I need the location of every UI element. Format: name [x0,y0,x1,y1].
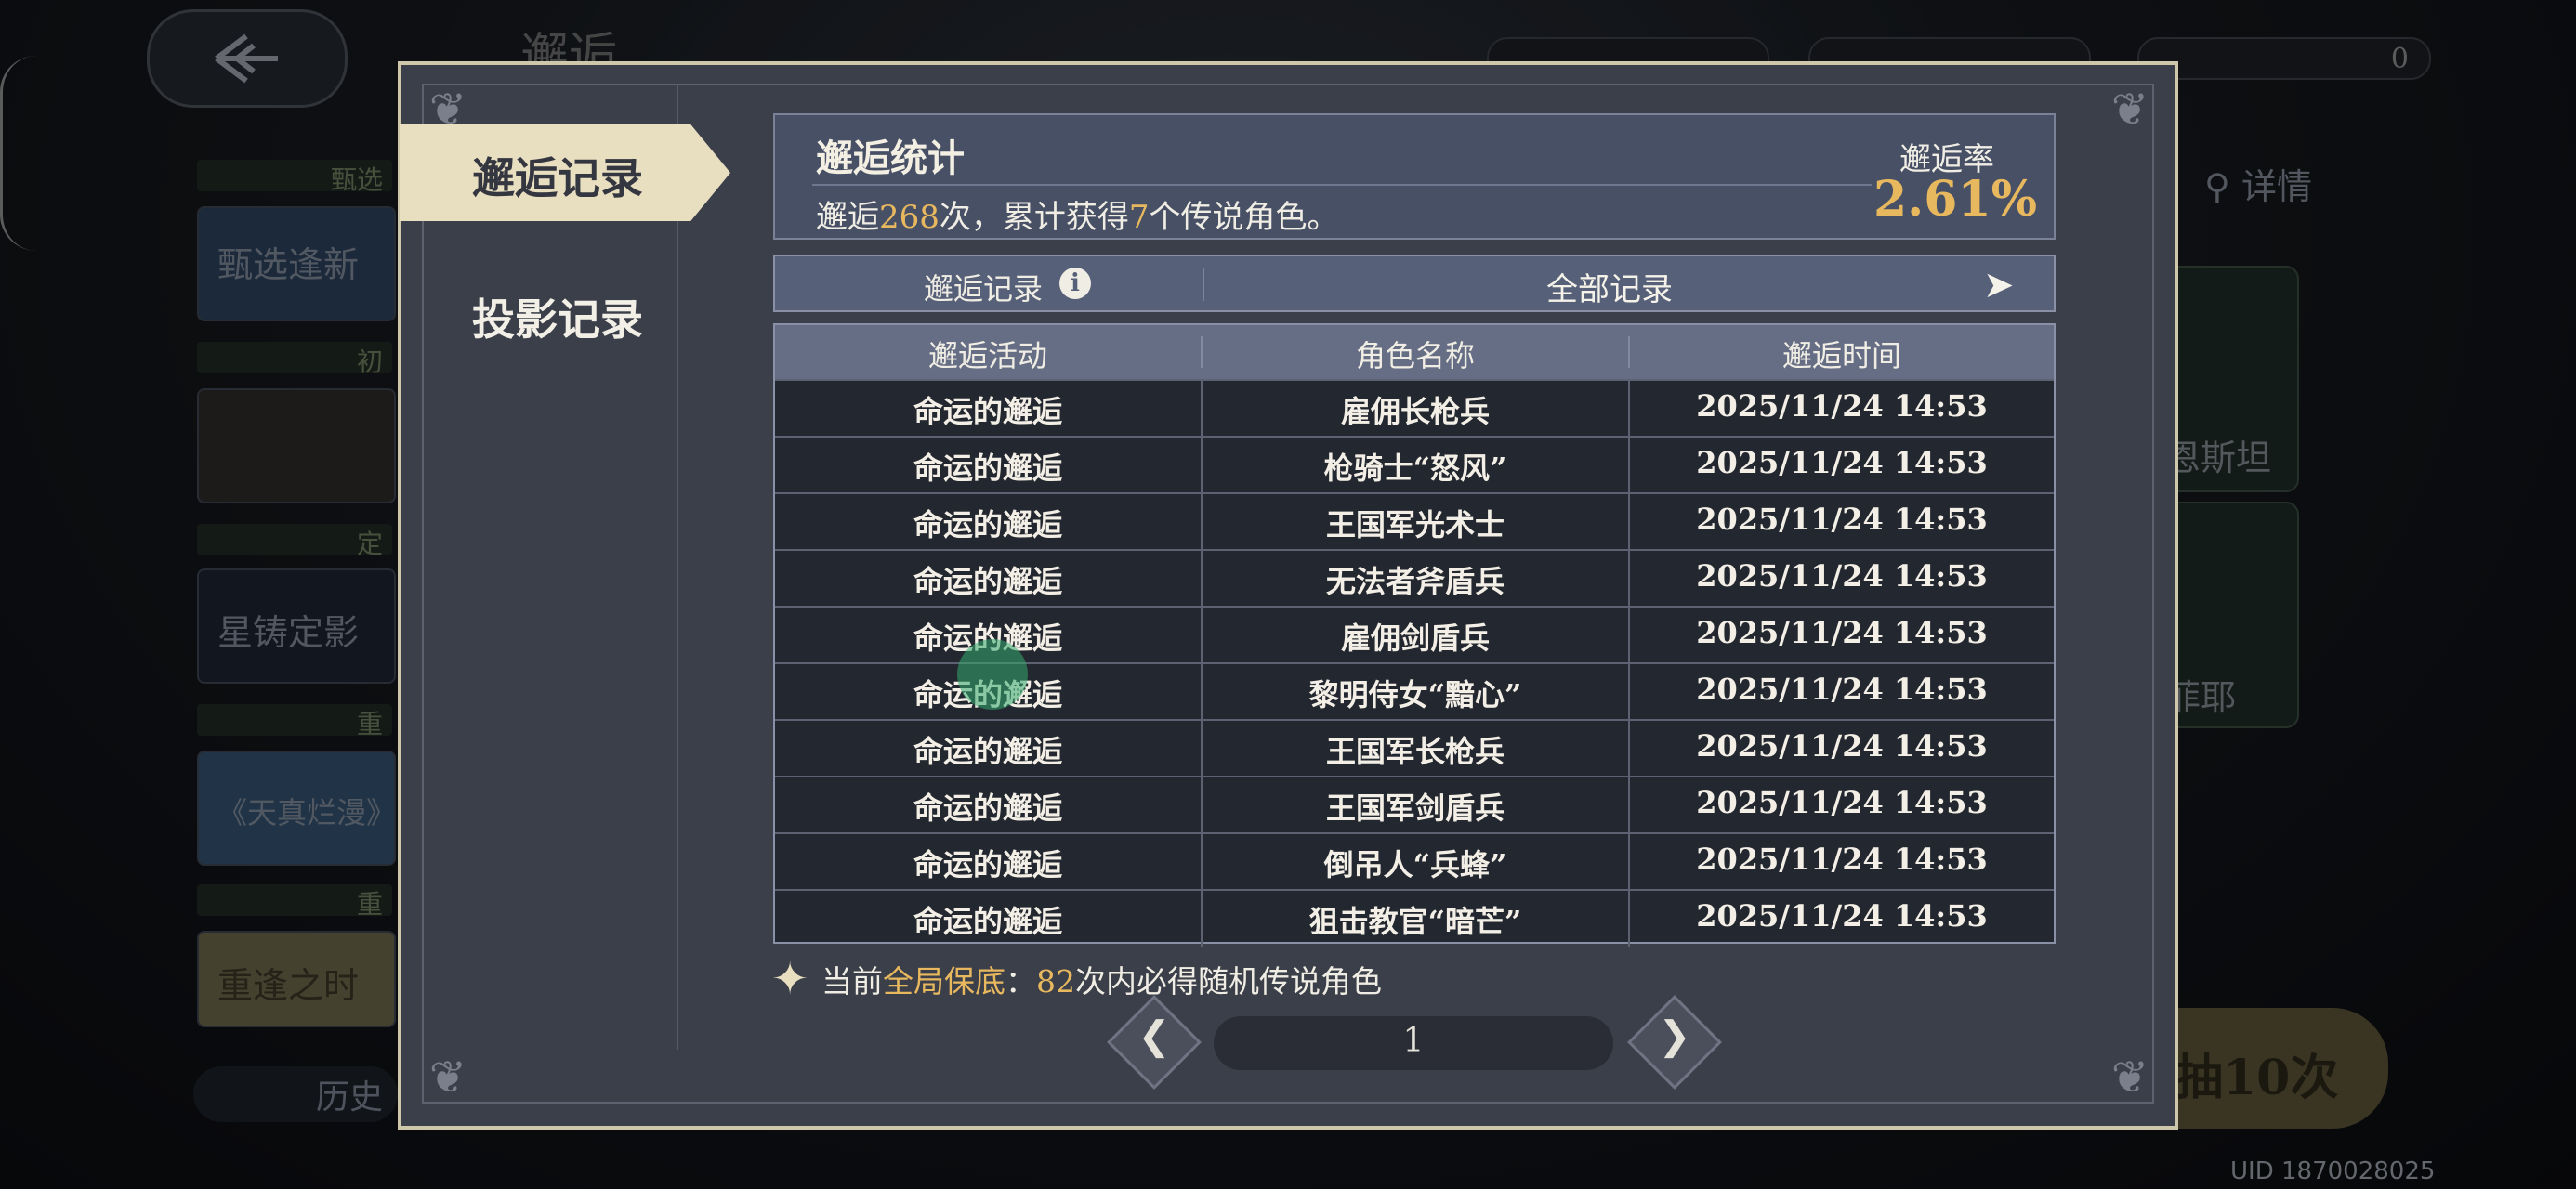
stats-divider [812,184,1872,186]
cell-character: 雇佣剑盾兵 [1340,621,1490,656]
cell-character: 雇佣长枪兵 [1340,394,1490,429]
nav-divider [677,84,678,1050]
table-row: 命运的邂逅 枪骑士“怒风” 2025/11/24 14:53 [775,436,2054,494]
column-header-activity: 邂逅活动 [927,338,1047,373]
tab-encounter-records[interactable]: 邂逅记录 [400,124,730,221]
column-header-character: 角色名称 [1355,338,1475,373]
touch-indicator [957,639,1028,710]
table-row: 命运的邂逅 王国军剑盾兵 2025/11/24 14:53 [775,776,2054,834]
cell-activity: 命运的邂逅 [913,564,1062,599]
table-row: 命运的邂逅 倒吊人“兵蜂” 2025/11/24 14:53 [775,832,2054,891]
cell-time: 2025/11/24 14:53 [1696,672,1988,707]
cell-activity: 命运的邂逅 [913,847,1062,882]
filter-label: 邂逅记录 [924,271,1044,307]
corner-ornament-icon: ❦ [2110,1052,2149,1104]
cell-character: 王国军光术士 [1325,507,1505,542]
table-row: 命运的邂逅 狙击教官“暗芒” 2025/11/24 14:53 [775,889,2054,947]
cell-activity: 命运的邂逅 [913,394,1062,429]
stats-title: 邂逅统计 [816,137,965,180]
records-table: 邂逅活动 角色名称 邂逅时间 命运的邂逅 雇佣长枪兵 2025/11/24 14:5… [773,323,2056,947]
record-filter-bar: 邂逅记录 i 全部记录 ➤ [773,255,2056,312]
table-header: 邂逅活动 角色名称 邂逅时间 [775,325,2054,379]
cell-character: 王国军剑盾兵 [1325,790,1505,826]
cell-character: 王国军长枪兵 [1325,734,1505,769]
cell-time: 2025/11/24 14:53 [1696,842,1988,877]
table-row: 命运的邂逅 王国军光术士 2025/11/24 14:53 [775,492,2054,551]
sparkle-icon: ✦ [771,953,809,1005]
cell-character: 无法者斧盾兵 [1325,564,1505,599]
filter-divider [1203,268,1204,301]
page-number: 1 [1402,1022,1425,1060]
cell-time: 2025/11/24 14:53 [1696,502,1988,537]
encounter-stats-panel: 邂逅统计 邂逅268次，累计获得7个传说角色。 邂逅率 2.61% [773,113,2056,240]
cell-time: 2025/11/24 14:53 [1696,445,1988,480]
filter-dropdown[interactable]: 全部记录 [1546,264,1673,309]
column-header-time: 邂逅时间 [1781,338,1901,373]
table-row: 命运的邂逅 雇佣长枪兵 2025/11/24 14:53 [775,379,2054,438]
cell-activity: 命运的邂逅 [913,790,1062,826]
corner-ornament-icon: ❦ [2110,84,2149,136]
cell-time: 2025/11/24 14:53 [1696,615,1988,650]
cell-character: 倒吊人“兵蜂” [1323,847,1507,882]
corner-ornament-icon: ❦ [428,1052,467,1104]
rate-value: 2.61% [1873,171,2038,228]
chevron-right-icon[interactable]: ➤ [1983,264,2015,307]
cell-character: 狙击教官“暗芒” [1308,904,1522,939]
cell-activity: 命运的邂逅 [913,904,1062,939]
cell-time: 2025/11/24 14:53 [1696,558,1988,594]
cell-activity: 命运的邂逅 [913,451,1062,486]
cell-character: 黎明侍女“黯心” [1308,677,1522,712]
table-row: 命运的邂逅 王国军长枪兵 2025/11/24 14:53 [775,719,2054,777]
tab-projection-records[interactable]: 投影记录 [400,266,730,362]
cell-time: 2025/11/24 14:53 [1696,728,1988,764]
stats-summary: 邂逅268次，累计获得7个传说角色。 [816,199,1339,236]
info-icon[interactable]: i [1059,268,1091,299]
cell-time: 2025/11/24 14:53 [1696,388,1988,424]
cell-time: 2025/11/24 14:53 [1696,898,1988,934]
table-row: 命运的邂逅 无法者斧盾兵 2025/11/24 14:53 [775,549,2054,608]
chevron-left-icon: ❮ [1137,1013,1171,1058]
cell-activity: 命运的邂逅 [913,734,1062,769]
cell-activity: 命运的邂逅 [913,507,1062,542]
cell-character: 枪骑士“怒风” [1323,451,1507,486]
pity-notice: 当前全局保底：82次内必得随机传说角色 [821,963,1382,1000]
chevron-right-icon: ❯ [1658,1013,1691,1058]
cell-time: 2025/11/24 14:53 [1696,785,1988,820]
